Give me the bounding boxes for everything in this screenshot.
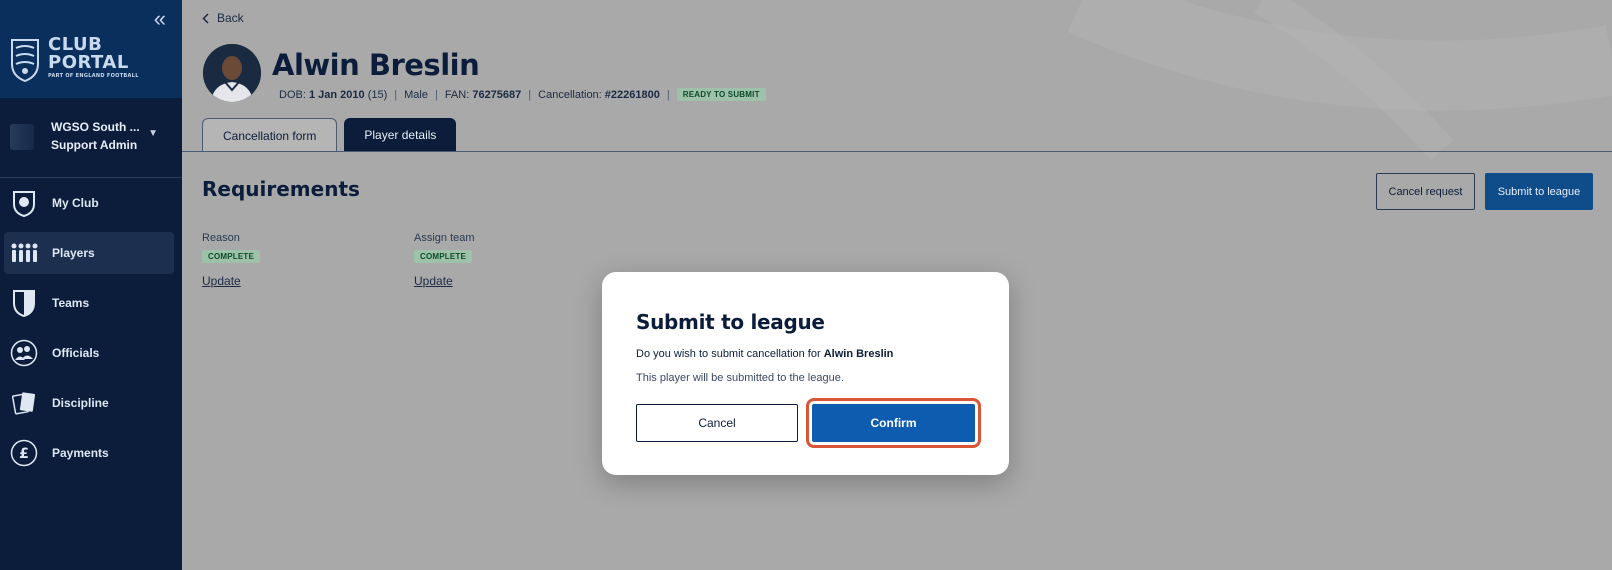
fan-label: FAN:: [444, 88, 470, 101]
submit-to-league-button[interactable]: Submit to league: [1485, 173, 1593, 210]
submit-modal: Submit to league Do you wish to submit c…: [602, 272, 1009, 475]
modal-player-name: Alwin Breslin: [823, 348, 894, 360]
chevron-left-icon: [202, 12, 209, 24]
officials-icon: [10, 339, 38, 367]
tab-player-details[interactable]: Player details: [344, 118, 457, 152]
sidebar-item-label: Payments: [52, 446, 109, 460]
requirements-title: Requirements: [202, 177, 360, 201]
sidebar-item-players[interactable]: Players: [4, 232, 174, 274]
modal-cancel-button[interactable]: Cancel: [636, 404, 798, 442]
requirement-label: Assign team: [414, 232, 475, 244]
sidebar-item-label: Officials: [52, 346, 100, 360]
collapse-sidebar-icon[interactable]: «: [154, 8, 166, 30]
pound-icon: £: [10, 439, 38, 467]
dob-label: DOB:: [279, 88, 306, 101]
club-portal-logo: CLUB PORTAL PART OF ENGLAND FOOTBALL: [48, 34, 139, 80]
svg-text:£: £: [19, 446, 29, 462]
cancel-request-button[interactable]: Cancel request: [1376, 173, 1475, 210]
sidebar-item-teams[interactable]: Teams: [4, 282, 174, 324]
cancellation-value: #22261800: [604, 88, 660, 101]
fan-value: 76275687: [472, 88, 522, 101]
sidebar-item-payments[interactable]: £ Payments: [4, 432, 174, 474]
sidebar-item-discipline[interactable]: Discipline: [4, 382, 174, 424]
age: (15): [367, 88, 388, 101]
brand-header: « CLUB PORTAL PART OF ENGLAND FOOTBALL: [0, 0, 182, 98]
chevron-down-icon[interactable]: ▼: [148, 128, 158, 139]
complete-badge: COMPLETE: [202, 250, 261, 263]
cancellation-label: Cancellation:: [538, 88, 602, 101]
sidebar-item-label: Players: [52, 246, 95, 260]
org-badge: [10, 124, 34, 150]
sidebar-item-label: Teams: [52, 296, 90, 310]
tab-divider: [182, 151, 1612, 152]
tab-cancellation-form[interactable]: Cancellation form: [202, 118, 338, 152]
modal-title: Submit to league: [636, 310, 825, 334]
player-meta: DOB: 1 Jan 2010 (15) | Male | FAN: 76275…: [279, 88, 766, 101]
org-name: WGSO South ...: [51, 120, 140, 134]
sidebar-item-label: Discipline: [52, 396, 109, 410]
modal-question: Do you wish to submit cancellation for A…: [636, 348, 893, 360]
org-role: Support Admin: [51, 138, 138, 152]
player-avatar: [203, 44, 261, 102]
org-switcher[interactable]: WGSO South ... Support Admin ▼: [0, 98, 182, 178]
update-reason-link[interactable]: Update: [202, 274, 260, 288]
shield-ball-icon: [10, 189, 38, 217]
sidebar-item-my-club[interactable]: My Club: [4, 182, 174, 224]
back-link[interactable]: Back: [202, 11, 244, 25]
requirement-assign-team: Assign team COMPLETE Update: [414, 232, 475, 288]
modal-description: This player will be submitted to the lea…: [636, 372, 844, 384]
gender: Male: [404, 88, 428, 101]
modal-question-text: Do you wish to submit cancellation for: [636, 348, 821, 360]
sidebar-item-officials[interactable]: Officials: [4, 332, 174, 374]
dob-value: 1 Jan 2010: [308, 88, 365, 101]
sidebar-nav: My Club Players Teams Officials Discipli…: [0, 182, 182, 474]
player-name: Alwin Breslin: [272, 48, 480, 82]
sidebar-item-label: My Club: [52, 196, 99, 210]
requirement-reason: Reason COMPLETE Update: [202, 232, 261, 288]
back-label: Back: [217, 11, 244, 25]
tab-bar: Cancellation form Player details: [202, 118, 457, 152]
sidebar: « CLUB PORTAL PART OF ENGLAND FOOTBALL W…: [0, 0, 182, 570]
update-assign-team-link[interactable]: Update: [414, 274, 475, 288]
team-shield-icon: [10, 289, 38, 317]
cards-icon: [10, 389, 38, 417]
status-badge: READY TO SUBMIT: [676, 88, 766, 101]
club-crest-icon: [11, 39, 39, 82]
requirement-label: Reason: [202, 232, 240, 244]
complete-badge: COMPLETE: [414, 250, 473, 263]
modal-confirm-button[interactable]: Confirm: [812, 404, 975, 442]
players-icon: [10, 239, 38, 267]
